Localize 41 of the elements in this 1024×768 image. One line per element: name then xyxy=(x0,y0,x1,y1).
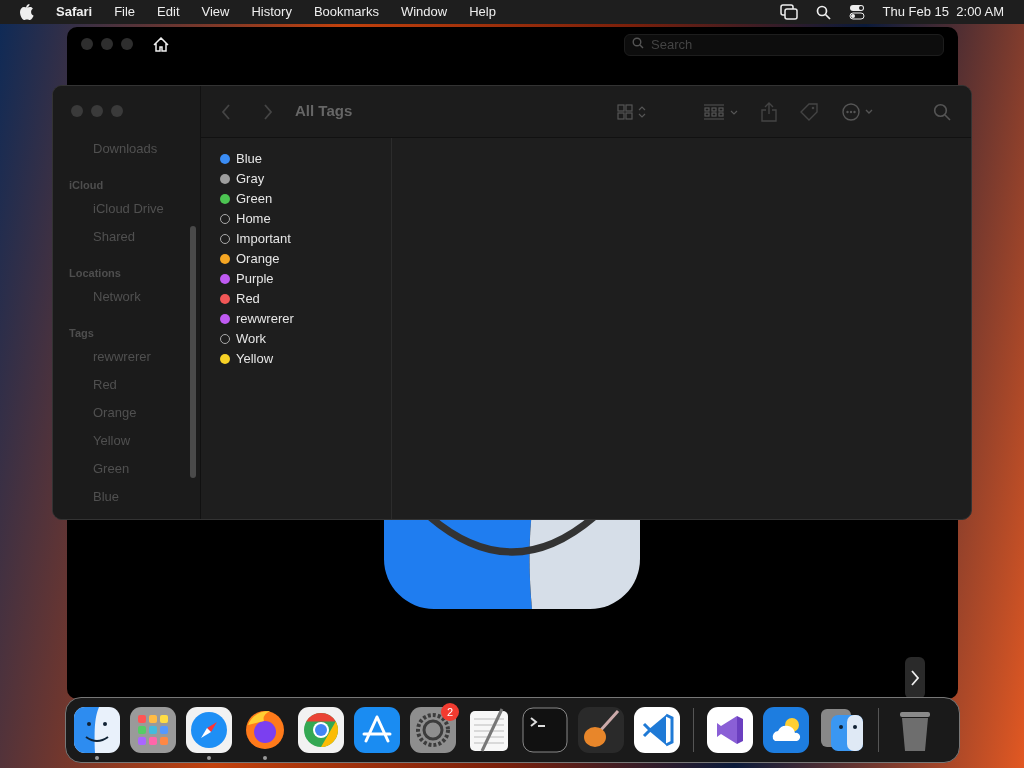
tag-name[interactable]: Home xyxy=(236,209,271,229)
menu-item[interactable]: Edit xyxy=(157,2,180,22)
menu-item[interactable]: File xyxy=(114,2,136,22)
tag-name[interactable]: Blue xyxy=(236,149,263,169)
tag-name[interactable]: Important xyxy=(236,229,291,249)
menu-item[interactable]: History xyxy=(251,2,292,22)
apple-logo-icon[interactable] xyxy=(20,4,34,20)
tag-name[interactable]: Gray xyxy=(236,169,265,189)
tag-name[interactable]: Orange xyxy=(236,249,280,269)
gear-icon[interactable] xyxy=(410,707,456,753)
window-title: All Tags xyxy=(295,101,353,122)
compass-icon[interactable] xyxy=(186,707,232,753)
menu-item[interactable]: View xyxy=(201,2,230,22)
windows-icon[interactable] xyxy=(779,4,798,20)
code-editor-icon[interactable] xyxy=(634,707,680,753)
finder-face-icon[interactable] xyxy=(74,707,120,753)
scrollbar[interactable] xyxy=(190,226,196,478)
finder-face-icon[interactable] xyxy=(819,707,865,753)
terminal-prompt-icon[interactable] xyxy=(522,707,568,753)
menu-clock[interactable]: Thu Feb 15 2:00 AM xyxy=(882,2,1004,22)
notification-count: 2 xyxy=(441,703,459,721)
menu-app-name[interactable]: Safari xyxy=(56,2,93,22)
app-grid-icon[interactable] xyxy=(130,707,176,753)
menu-item[interactable]: Help xyxy=(469,2,496,22)
search-icon[interactable] xyxy=(815,4,831,20)
chrome-wheel-icon[interactable] xyxy=(298,707,344,753)
tag-name[interactable]: Purple xyxy=(236,269,274,289)
next-arrow-button[interactable] xyxy=(905,657,925,699)
home-icon[interactable] xyxy=(153,36,169,52)
tag-name[interactable]: Red xyxy=(236,289,260,309)
toggle-switches-icon[interactable] xyxy=(848,4,865,20)
tag-name[interactable]: Work xyxy=(236,329,267,349)
tag-name[interactable]: rewwrerer xyxy=(236,309,294,329)
menu-item[interactable]: Bookmarks xyxy=(313,2,379,22)
cloud-sun-icon[interactable] xyxy=(763,707,809,753)
search-icon xyxy=(632,37,644,49)
tag-name[interactable]: Green xyxy=(236,189,273,209)
chevron-right-icon xyxy=(911,670,919,686)
menu-item[interactable]: Window xyxy=(400,2,448,22)
tag-name[interactable]: Yellow xyxy=(236,349,274,369)
app-store-icon[interactable] xyxy=(354,707,400,753)
